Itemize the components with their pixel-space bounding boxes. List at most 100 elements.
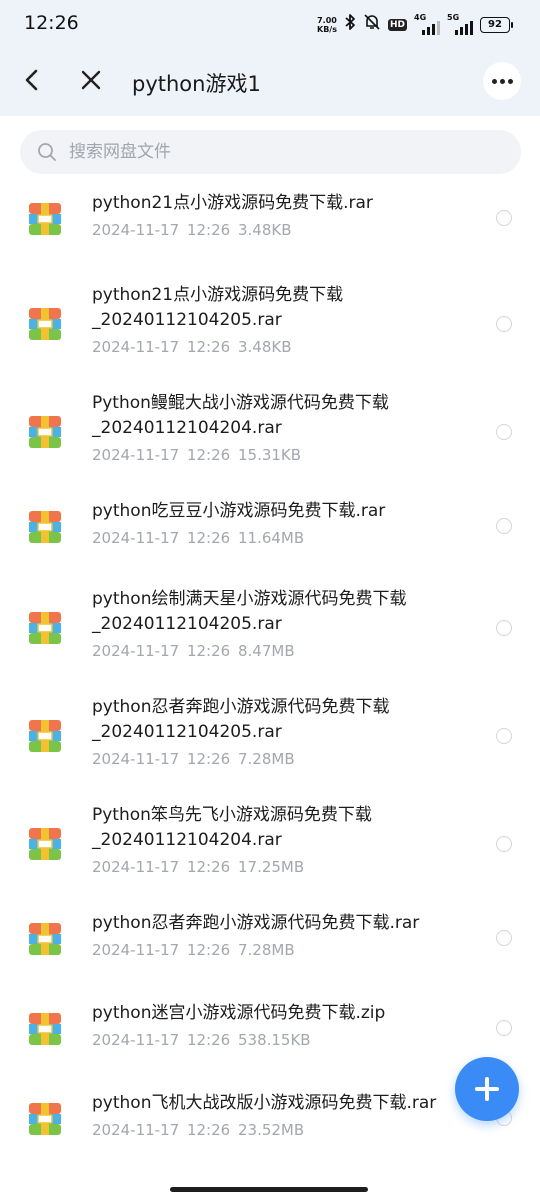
file-row[interactable]: python迷宫小游戏源代码免费下载.zip 2024-11-17 12:26 5… — [0, 996, 540, 1064]
archive-file-icon — [29, 416, 61, 448]
back-button[interactable] — [14, 60, 50, 100]
file-date: 2024-11-17 — [92, 446, 180, 464]
file-time: 12:26 — [186, 529, 231, 547]
file-name: python飞机大战改版小游戏源码免费下载.rar — [92, 1093, 437, 1113]
archive-file-icon — [29, 308, 61, 340]
file-meta: 2024-11-17 12:26 3.48KB — [92, 338, 292, 356]
file-row[interactable]: python21点小游戏源码免费下载 _20240112104205.rar 202… — [0, 278, 540, 372]
file-name: Python鳗鲲大战小游戏源代码免费下载 — [92, 393, 389, 413]
file-time: 12:26 — [186, 446, 231, 464]
archive-file-icon — [29, 203, 61, 235]
file-name: _20240112104205.rar — [92, 614, 282, 634]
mute-bell-icon — [363, 13, 381, 37]
file-meta: 2024-11-17 12:26 8.47MB — [92, 642, 295, 660]
file-name: python21点小游戏源码免费下载.rar — [92, 193, 373, 213]
file-size: 7.28MB — [237, 941, 295, 959]
file-time: 12:26 — [186, 221, 231, 239]
file-size: 3.48KB — [237, 338, 292, 356]
file-size: 23.52MB — [237, 1121, 305, 1139]
top-app-bar: python游戏1 — [0, 46, 540, 116]
archive-file-icon — [29, 1013, 61, 1045]
search-input[interactable] — [66, 130, 506, 174]
network-speed-unit: KB/s — [317, 25, 337, 34]
file-name: _20240112104205.rar — [92, 310, 282, 330]
file-time: 12:26 — [186, 858, 231, 876]
file-meta: 2024-11-17 12:26 3.48KB — [92, 221, 292, 239]
select-radio[interactable] — [496, 1020, 512, 1036]
add-button[interactable] — [455, 1057, 519, 1121]
file-size: 3.48KB — [237, 221, 292, 239]
select-radio[interactable] — [496, 210, 512, 226]
page-title: python游戏1 — [132, 72, 261, 96]
chevron-left-icon — [25, 69, 38, 91]
bluetooth-icon — [344, 13, 356, 37]
file-time: 12:26 — [186, 1031, 231, 1049]
file-time: 12:26 — [186, 750, 231, 768]
file-date: 2024-11-17 — [92, 338, 180, 356]
search-bar[interactable] — [20, 130, 521, 174]
file-time: 12:26 — [186, 1121, 231, 1139]
hd-badge: HD — [387, 19, 407, 31]
archive-file-icon — [29, 612, 61, 644]
file-time: 12:26 — [186, 941, 231, 959]
file-meta: 2024-11-17 12:26 7.28MB — [92, 941, 295, 959]
file-name: python21点小游戏源码免费下载 — [92, 285, 344, 305]
select-radio[interactable] — [496, 620, 512, 636]
file-size: 11.64MB — [237, 529, 305, 547]
file-meta: 2024-11-17 12:26 17.25MB — [92, 858, 304, 876]
archive-file-icon — [29, 923, 61, 955]
network-speed-value: 7.00 — [317, 16, 337, 25]
archive-file-icon — [29, 1103, 61, 1135]
status-bar: 12:26 7.00 KB/s HD 4G 5G 92 — [0, 0, 540, 46]
file-name: Python笨鸟先飞小游戏源码免费下载 — [92, 805, 372, 825]
file-row[interactable]: python绘制满天星小游戏源代码免费下载 _20240112104205.rar… — [0, 582, 540, 676]
file-meta: 2024-11-17 12:26 15.31KB — [92, 446, 301, 464]
file-row[interactable]: python21点小游戏源码免费下载.rar 2024-11-17 12:26 3… — [0, 186, 540, 254]
file-name: _20240112104204.rar — [92, 830, 282, 850]
file-date: 2024-11-17 — [92, 1031, 180, 1049]
file-meta: 2024-11-17 12:26 11.64MB — [92, 529, 304, 547]
file-size: 17.25MB — [237, 858, 305, 876]
close-button[interactable] — [72, 60, 110, 100]
file-meta: 2024-11-17 12:26 538.15KB — [92, 1031, 311, 1049]
file-name: python迷宫小游戏源代码免费下载.zip — [92, 1003, 386, 1023]
select-radio[interactable] — [496, 836, 512, 852]
file-time: 12:26 — [186, 338, 231, 356]
file-name: python忍者奔跑小游戏源代码免费下载.rar — [92, 913, 420, 933]
file-date: 2024-11-17 — [92, 529, 180, 547]
select-radio[interactable] — [496, 930, 512, 946]
file-row[interactable]: python吃豆豆小游戏源码免费下载.rar 2024-11-17 12:26 1… — [0, 494, 540, 562]
file-name: python忍者奔跑小游戏源代码免费下载 — [92, 697, 390, 717]
more-options-button[interactable] — [483, 62, 521, 100]
close-icon — [81, 70, 101, 90]
select-radio[interactable] — [496, 728, 512, 744]
home-indicator[interactable] — [170, 1187, 368, 1192]
archive-file-icon — [29, 720, 61, 752]
file-name: _20240112104205.rar — [92, 722, 282, 742]
file-size: 7.28MB — [237, 750, 295, 768]
archive-file-icon — [29, 511, 61, 543]
signal-4g-icon: 4G — [414, 13, 440, 35]
file-row[interactable]: python忍者奔跑小游戏源代码免费下载.rar 2024-11-17 12:26… — [0, 906, 540, 974]
status-indicators: 7.00 KB/s HD 4G 5G 92 — [317, 13, 513, 37]
more-horizontal-icon — [491, 78, 497, 84]
file-date: 2024-11-17 — [92, 750, 180, 768]
file-row[interactable]: Python笨鸟先飞小游戏源码免费下载 _20240112104204.rar 20… — [0, 798, 540, 892]
file-size: 15.31KB — [237, 446, 302, 464]
file-date: 2024-11-17 — [92, 858, 180, 876]
network-speed: 7.00 KB/s — [317, 16, 337, 34]
select-radio[interactable] — [496, 316, 512, 332]
file-name: _20240112104204.rar — [92, 418, 282, 438]
file-meta: 2024-11-17 12:26 7.28MB — [92, 750, 295, 768]
file-date: 2024-11-17 — [92, 941, 180, 959]
file-row[interactable]: python忍者奔跑小游戏源代码免费下载 _20240112104205.rar 2… — [0, 690, 540, 784]
file-date: 2024-11-17 — [92, 221, 180, 239]
status-time: 12:26 — [24, 12, 79, 34]
select-radio[interactable] — [496, 424, 512, 440]
select-radio[interactable] — [496, 518, 512, 534]
file-size: 538.15KB — [237, 1031, 311, 1049]
archive-file-icon — [29, 828, 61, 860]
file-row[interactable]: Python鳗鲲大战小游戏源代码免费下载 _20240112104204.rar 2… — [0, 386, 540, 480]
search-icon — [38, 143, 56, 161]
file-name: python吃豆豆小游戏源码免费下载.rar — [92, 501, 386, 521]
